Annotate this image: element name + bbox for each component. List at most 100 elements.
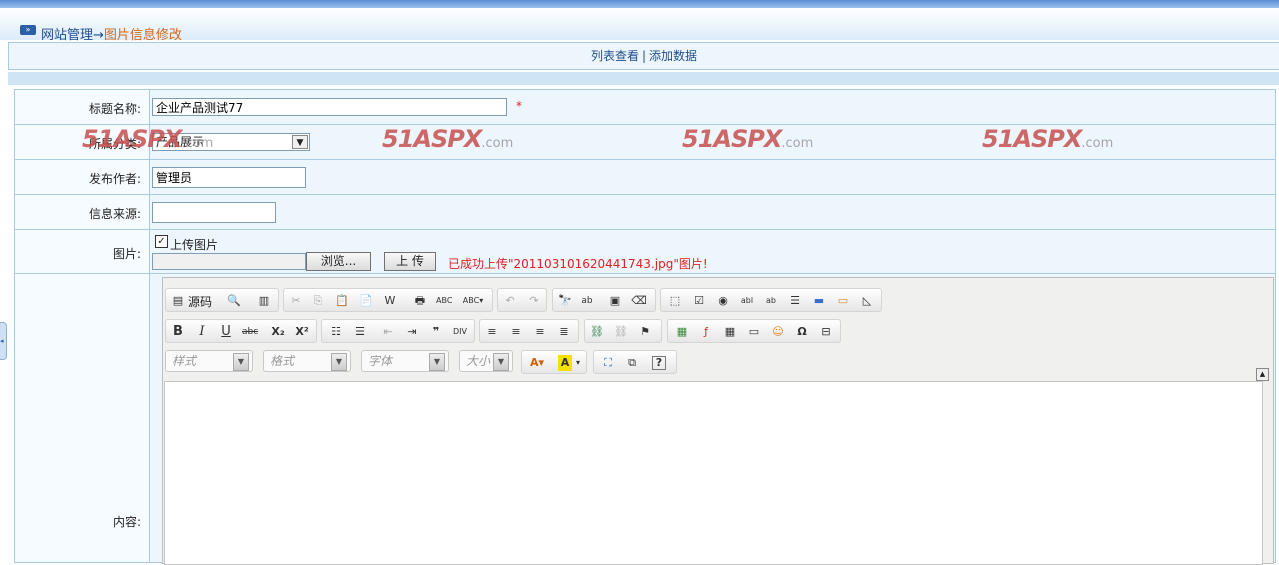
size-combo-label: 大小	[466, 354, 491, 368]
image-button-icon[interactable]: ▭	[835, 293, 851, 309]
collapse-toolbar-icon[interactable]: ▲	[1256, 368, 1269, 381]
double-arrow-icon: »	[20, 25, 36, 35]
form-icon[interactable]: ⬚	[667, 293, 683, 309]
toolbar-group-tools: ⛶ ⧉ ?	[593, 350, 677, 374]
upload-button[interactable]: 上 传	[384, 252, 436, 271]
toolbar-group-colors: A▾ A ▾	[521, 350, 587, 374]
indent-icon[interactable]: ⇥	[404, 324, 420, 340]
create-div-icon[interactable]: DIV	[452, 324, 468, 340]
justify-icon[interactable]: ≣	[556, 324, 572, 340]
remove-format-icon[interactable]: ⌫	[631, 293, 647, 309]
breadcrumb-section[interactable]: 网站管理	[41, 28, 93, 43]
table-icon[interactable]: ▦	[722, 324, 738, 340]
numbered-list-icon[interactable]: ☷	[328, 324, 344, 340]
chevron-down-icon[interactable]: ▼	[292, 135, 308, 149]
link-icon[interactable]: ⛓	[589, 324, 605, 340]
align-center-icon[interactable]: ≡	[508, 324, 524, 340]
author-field-cell	[150, 160, 1275, 194]
paste-icon[interactable]: 📋	[334, 293, 350, 309]
breadcrumb-bar: » 网站管理→图片信息修改	[0, 8, 1279, 43]
replace-icon[interactable]: ab	[579, 293, 595, 309]
browse-button[interactable]: 浏览...	[306, 252, 371, 271]
align-right-icon[interactable]: ≡	[532, 324, 548, 340]
size-combo[interactable]: 大小 ▼	[459, 350, 513, 372]
bold-icon[interactable]: B	[170, 324, 186, 340]
source-button[interactable]: 源码	[188, 293, 212, 310]
copy-icon[interactable]: ⎘	[310, 293, 326, 309]
list-view-link[interactable]: 列表查看	[591, 49, 639, 63]
editor-content-area[interactable]	[164, 381, 1263, 565]
background-color-icon[interactable]: A	[558, 355, 572, 371]
special-char-icon[interactable]: Ω	[794, 324, 810, 340]
text-field-icon[interactable]: abl	[739, 293, 755, 309]
chevron-down-icon[interactable]: ▼	[429, 353, 445, 371]
image-icon[interactable]: ▦	[674, 324, 690, 340]
watermark-suffix: .com	[481, 136, 514, 151]
align-left-icon[interactable]: ≡	[484, 324, 500, 340]
author-label-cell: 发布作者:	[15, 160, 150, 194]
strikethrough-icon[interactable]: abc	[242, 324, 258, 340]
style-combo[interactable]: 样式 ▼	[165, 350, 253, 372]
title-input[interactable]	[152, 98, 507, 116]
page-break-icon[interactable]: ⊟	[818, 324, 834, 340]
chevron-down-icon[interactable]: ▼	[493, 353, 509, 371]
textarea-icon[interactable]: ab	[763, 293, 779, 309]
chevron-down-icon[interactable]: ▼	[331, 353, 347, 371]
author-row: 发布作者:	[15, 160, 1275, 195]
add-data-link[interactable]: 添加数据	[649, 49, 697, 63]
bulleted-list-icon[interactable]: ☰	[352, 324, 368, 340]
anchor-flag-icon[interactable]: ⚑	[637, 324, 653, 340]
horizontal-rule-icon[interactable]: ▭	[746, 324, 762, 340]
paste-word-icon[interactable]: W	[382, 293, 398, 309]
select-all-icon[interactable]: ▣	[607, 293, 623, 309]
chevron-down-icon[interactable]: ▾	[573, 355, 583, 371]
flash-icon[interactable]: ƒ	[698, 324, 714, 340]
redo-icon[interactable]: ↷	[526, 293, 542, 309]
watermark-brand: 51ASPX	[82, 125, 182, 153]
cut-icon[interactable]: ✂	[288, 293, 304, 309]
unlink-icon[interactable]: ⛓	[613, 324, 629, 340]
file-path-input[interactable]	[152, 253, 306, 270]
templates-icon[interactable]: ▥	[256, 293, 272, 309]
hidden-field-icon[interactable]: ◺	[859, 293, 875, 309]
link-separator: |	[641, 49, 647, 63]
watermark-suffix: .com	[181, 136, 214, 151]
chevron-down-icon[interactable]: ▼	[233, 353, 249, 371]
smiley-icon[interactable]: ☺	[770, 324, 786, 340]
text-color-icon[interactable]: A▾	[526, 355, 548, 371]
superscript-icon[interactable]: X²	[294, 324, 310, 340]
blockquote-icon[interactable]: ❞	[428, 324, 444, 340]
button-icon[interactable]: ▬	[811, 293, 827, 309]
format-combo[interactable]: 格式 ▼	[263, 350, 351, 372]
required-marker: *	[516, 99, 522, 113]
find-icon[interactable]: 🔭	[557, 293, 573, 309]
watermark-logo: 51ASPX.com	[82, 125, 213, 153]
source-input[interactable]	[152, 202, 276, 223]
paste-text-icon[interactable]: 📄	[358, 293, 374, 309]
side-panel-toggle[interactable]: ◂	[0, 322, 7, 360]
source-icon[interactable]: ▤	[170, 293, 186, 309]
help-icon[interactable]: ?	[652, 356, 666, 370]
radio-icon[interactable]: ◉	[715, 293, 731, 309]
source-label-cell: 信息来源:	[15, 195, 150, 229]
preview-icon[interactable]: 🔍	[226, 293, 242, 309]
italic-icon[interactable]: I	[194, 324, 210, 340]
upload-image-checkbox[interactable]: ✓	[155, 235, 168, 248]
content-label: 内容:	[112, 515, 141, 529]
subscript-icon[interactable]: X₂	[270, 324, 286, 340]
source-field-cell	[150, 195, 1275, 229]
undo-icon[interactable]: ↶	[502, 293, 518, 309]
select-field-icon[interactable]: ☰	[787, 293, 803, 309]
outdent-icon[interactable]: ⇤	[380, 324, 396, 340]
spellcheck-icon[interactable]: ABC	[436, 293, 452, 309]
font-combo[interactable]: 字体 ▼	[361, 350, 449, 372]
checkbox-icon[interactable]: ☑	[691, 293, 707, 309]
maximize-icon[interactable]: ⛶	[600, 355, 616, 371]
spellcheck-as-you-type-icon[interactable]: ABC▾	[460, 293, 486, 309]
underline-icon[interactable]: U	[218, 324, 234, 340]
print-icon[interactable]: 🖶	[412, 293, 428, 309]
toolbar-group-document: ▤ 源码 🔍 ▥	[165, 288, 279, 312]
author-input[interactable]	[152, 167, 306, 188]
show-blocks-icon[interactable]: ⧉	[624, 355, 640, 371]
toolbar-group-forms: ⬚ ☑ ◉ abl ab ☰ ▬ ▭ ◺	[660, 288, 882, 312]
